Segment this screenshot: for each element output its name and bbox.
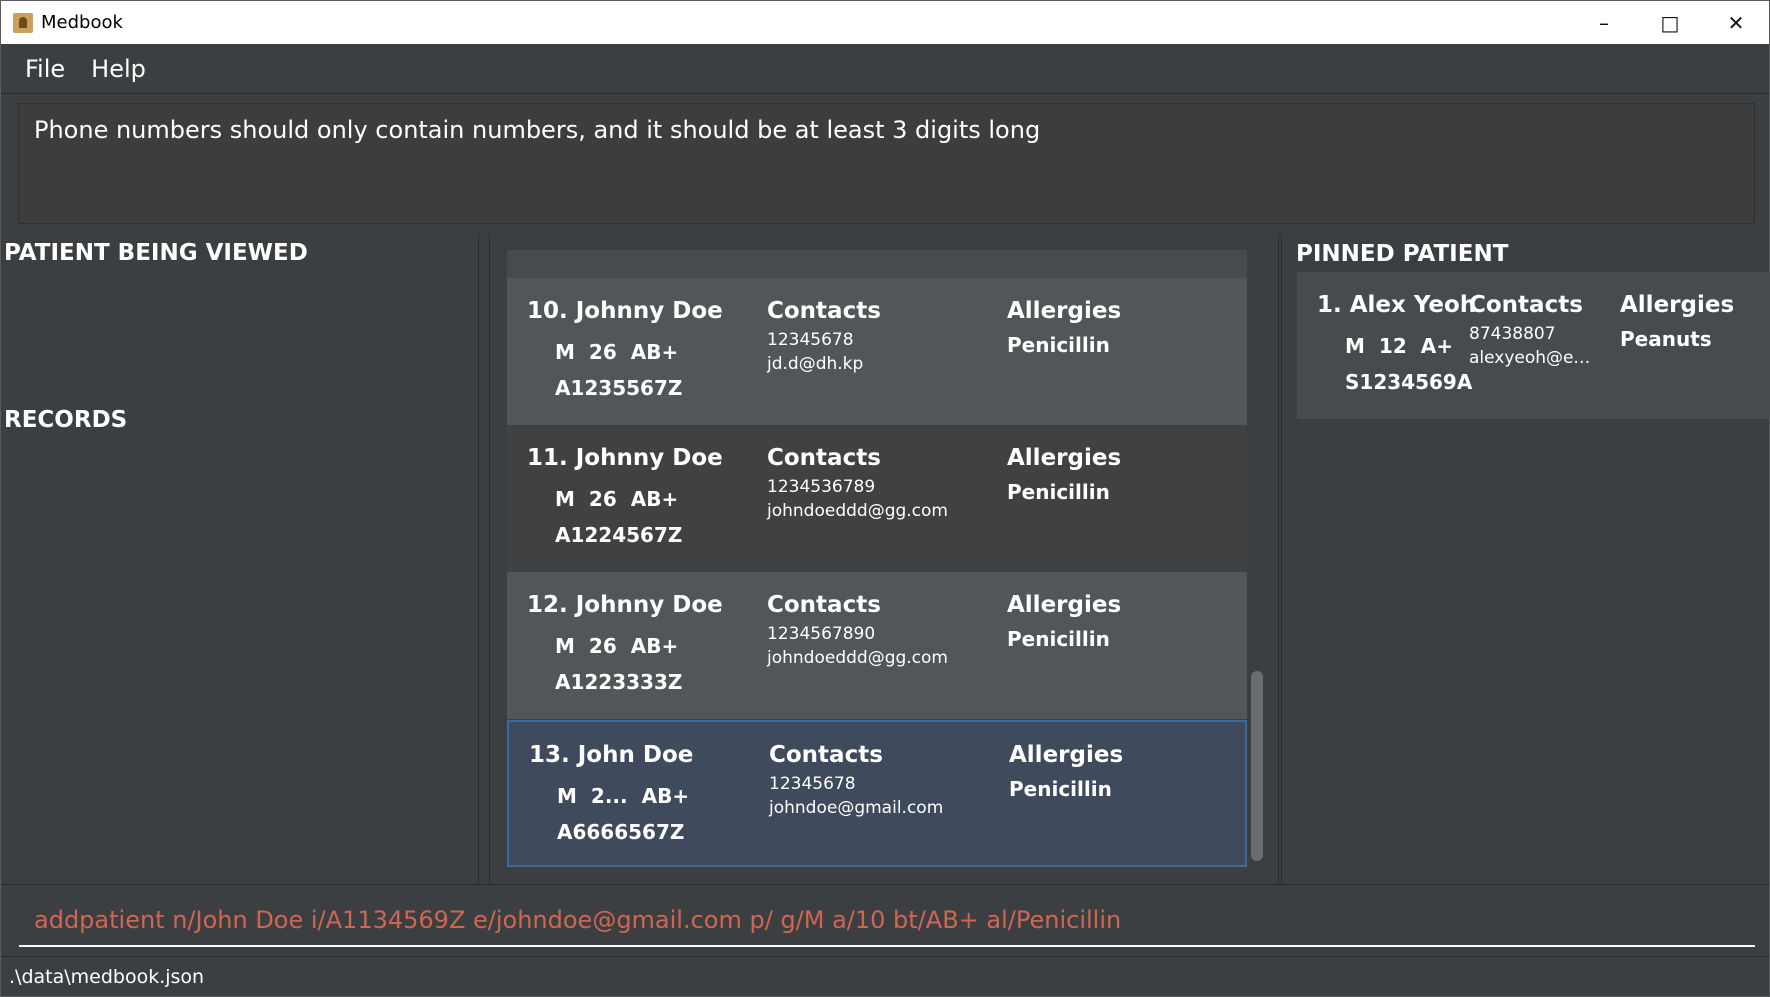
age-tag: 26: [588, 487, 617, 511]
blood-type-tag: AB+: [641, 784, 690, 808]
result-message: Phone numbers should only contain number…: [34, 116, 1041, 144]
patient-phone: 1234567890: [767, 624, 876, 644]
patient-email: alexyeoh@exa...: [1469, 348, 1597, 368]
pinned-patient-panel: PINNED PATIENT 1. Alex Yeoh M 12 A+ S123…: [1281, 234, 1770, 884]
patient-card[interactable]: 11. Johnny Doe M 26 AB+ A1224567Z Contac…: [507, 425, 1247, 572]
patient-name: 11. Johnny Doe: [527, 445, 723, 471]
medbook-app-icon: [13, 12, 33, 33]
patient-name: 13. John Doe: [529, 742, 694, 768]
pinned-patient-title: PINNED PATIENT: [1296, 241, 1509, 267]
patient-name: 10. Johnny Doe: [527, 298, 723, 324]
patient-being-viewed-title: PATIENT BEING VIEWED: [4, 240, 308, 266]
app-window: Medbook – □ ✕ File Help Phone numbers sh…: [0, 0, 1770, 997]
age-tag: 12: [1378, 334, 1407, 358]
patient-nric: S1234569A: [1345, 370, 1473, 394]
window-title: Medbook: [41, 12, 123, 33]
allergies-heading: Allergies: [1620, 292, 1735, 318]
patient-allergy: Penicillin: [1007, 333, 1110, 357]
command-box-area: [1, 884, 1769, 956]
patient-tags: M 26 AB+: [555, 634, 678, 658]
patient-phone: 12345678: [769, 774, 856, 794]
patient-card[interactable]: 12. Johnny Doe M 26 AB+ A1223333Z Contac…: [507, 572, 1247, 719]
patient-allergy: Penicillin: [1009, 777, 1112, 801]
minimize-icon[interactable]: –: [1571, 1, 1637, 44]
patient-phone: 1234536789: [767, 477, 876, 497]
patient-email: johndoeddd@gg.com: [767, 501, 948, 521]
gender-tag: M: [557, 784, 577, 808]
list-scrollbar-thumb[interactable]: [1251, 671, 1263, 861]
patient-card[interactable]: 10. Johnny Doe M 26 AB+ A1235567Z Contac…: [507, 278, 1247, 425]
menu-file[interactable]: File: [25, 55, 65, 83]
blood-type-tag: AB+: [630, 340, 679, 364]
status-bar: .\data\medbook.json: [1, 956, 1769, 996]
patient-tags: M 12 A+: [1345, 334, 1453, 358]
menu-help[interactable]: Help: [91, 55, 146, 83]
allergies-heading: Allergies: [1007, 298, 1122, 324]
contacts-heading: Contacts: [1469, 292, 1583, 318]
menu-bar: File Help: [1, 44, 1769, 94]
patient-email: johndoe@gmail.com: [769, 798, 944, 818]
patient-tags: M 26 AB+: [555, 487, 678, 511]
result-box[interactable]: Phone numbers should only contain number…: [18, 103, 1755, 224]
age-tag: 2...: [590, 784, 628, 808]
patient-name: 12. Johnny Doe: [527, 592, 723, 618]
blood-type-tag: A+: [1420, 334, 1453, 358]
contacts-heading: Contacts: [767, 445, 881, 471]
patient-allergy: Penicillin: [1007, 627, 1110, 651]
contacts-heading: Contacts: [769, 742, 883, 768]
patient-nric: A1224567Z: [555, 523, 683, 547]
blood-type-tag: AB+: [630, 487, 679, 511]
gender-tag: M: [555, 487, 575, 511]
patient-tags: M 26 AB+: [555, 340, 678, 364]
patient-nric: A6666567Z: [557, 820, 685, 844]
records-title: RECORDS: [4, 407, 128, 433]
patient-email: jd.d@dh.kp: [767, 354, 864, 374]
allergies-heading: Allergies: [1007, 592, 1122, 618]
patient-email: johndoeddd@gg.com: [767, 648, 948, 668]
list-item-partial: [507, 250, 1247, 278]
title-bar: Medbook – □ ✕: [1, 1, 1769, 44]
patient-allergy: Penicillin: [1007, 480, 1110, 504]
contacts-heading: Contacts: [767, 592, 881, 618]
patient-nric: A1235567Z: [555, 376, 683, 400]
patient-allergy: Peanuts: [1620, 327, 1712, 351]
patient-phone: 12345678: [767, 330, 854, 350]
blood-type-tag: AB+: [630, 634, 679, 658]
window-controls: – □ ✕: [1571, 1, 1769, 44]
pinned-patient-card[interactable]: 1. Alex Yeoh M 12 A+ S1234569A Contacts …: [1297, 272, 1770, 419]
patient-list[interactable]: 10. Johnny Doe M 26 AB+ A1235567Z Contac…: [507, 250, 1247, 870]
command-input[interactable]: [19, 895, 1755, 947]
gender-tag: M: [1345, 334, 1365, 358]
patient-tags: M 2... AB+: [557, 784, 689, 808]
gender-tag: M: [555, 340, 575, 364]
patient-phone: 87438807: [1469, 324, 1556, 344]
patient-list-panel: 10. Johnny Doe M 26 AB+ A1235567Z Contac…: [489, 234, 1279, 884]
patient-card-selected[interactable]: 13. John Doe M 2... AB+ A6666567Z Contac…: [507, 720, 1247, 867]
age-tag: 26: [588, 634, 617, 658]
allergies-heading: Allergies: [1007, 445, 1122, 471]
contacts-heading: Contacts: [767, 298, 881, 324]
patient-name: 1. Alex Yeoh: [1317, 292, 1477, 318]
patient-view-panel: PATIENT BEING VIEWED RECORDS: [1, 234, 479, 884]
gender-tag: M: [555, 634, 575, 658]
patient-nric: A1223333Z: [555, 670, 683, 694]
close-icon[interactable]: ✕: [1703, 1, 1769, 44]
maximize-icon[interactable]: □: [1637, 1, 1703, 44]
age-tag: 26: [588, 340, 617, 364]
result-display: Phone numbers should only contain number…: [1, 94, 1769, 234]
allergies-heading: Allergies: [1009, 742, 1124, 768]
data-file-path: .\data\medbook.json: [9, 966, 205, 988]
